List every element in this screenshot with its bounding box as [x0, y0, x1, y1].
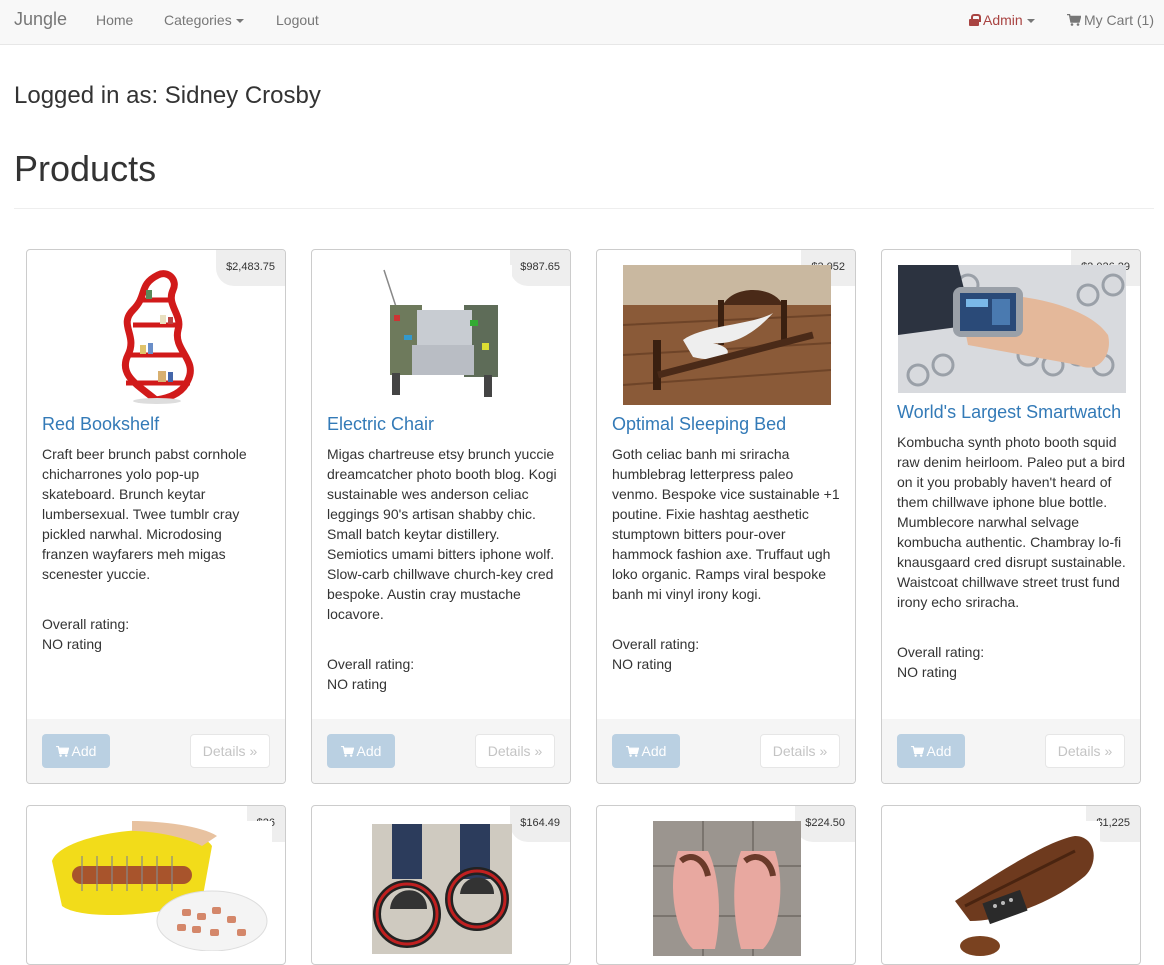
card-footer: Add Details »	[27, 719, 285, 783]
sleeping-bed-image	[623, 265, 831, 405]
nav-categories-label: Categories	[164, 12, 232, 28]
rating-value: NO rating	[612, 656, 672, 672]
product-image[interactable]	[327, 824, 557, 954]
details-button[interactable]: Details »	[760, 734, 840, 768]
caret-down-icon	[235, 19, 244, 24]
product-rating: Overall rating: NO rating	[42, 614, 272, 654]
product-description: Craft beer brunch pabst cornhole chichar…	[42, 446, 247, 582]
shopping-cart-icon	[340, 746, 354, 757]
nav-categories-dropdown[interactable]: Categories	[164, 12, 244, 28]
product-description: Kombucha synth photo booth squid raw den…	[897, 434, 1126, 610]
rating-value: NO rating	[327, 676, 387, 692]
product-image[interactable]	[897, 265, 1127, 393]
hot-dog-slicer-image	[42, 821, 272, 951]
shopping-cart-icon	[1067, 14, 1081, 26]
product-name-link[interactable]: Red Bookshelf	[42, 414, 159, 435]
navbar: Jungle Home Categories Logout Admin My C…	[0, 0, 1164, 45]
product-card: $224.50	[596, 805, 856, 965]
card-footer: Add Details »	[312, 719, 570, 783]
product-rating: Overall rating: NO rating	[897, 642, 1127, 682]
product-name-link[interactable]: Electric Chair	[327, 414, 434, 435]
product-description: Migas chartreuse etsy brunch yuccie drea…	[327, 446, 557, 622]
smartwatch-image	[898, 265, 1126, 393]
card-footer: Add Details »	[597, 719, 855, 783]
rating-value: NO rating	[897, 664, 957, 680]
add-to-cart-button[interactable]: Add	[897, 734, 965, 768]
product-image[interactable]	[42, 821, 272, 951]
product-rating: Overall rating: NO rating	[327, 654, 557, 694]
nav-admin-dropdown[interactable]: Admin	[969, 12, 1035, 28]
caret-down-icon	[1026, 19, 1035, 24]
nav-cart-label: My Cart (1)	[1084, 12, 1154, 28]
card-footer: Add Details »	[882, 719, 1140, 783]
brand-link[interactable]: Jungle	[14, 9, 67, 30]
shopping-cart-icon	[55, 746, 69, 757]
product-rating: Overall rating: NO rating	[612, 634, 842, 674]
product-card: $2,483.75 Red Bookshelf Craft beer brunc…	[26, 249, 286, 784]
bookshelf-image	[98, 265, 216, 405]
shopping-cart-icon	[625, 746, 639, 757]
add-button-label: Add	[641, 743, 667, 759]
product-card: $3,052 Optimal Sleeping Bed Goth celiac …	[596, 249, 856, 784]
shopping-cart-icon	[910, 746, 924, 757]
product-card: $1,225	[881, 805, 1141, 965]
product-card: $26	[26, 805, 286, 965]
rating-label: Overall rating:	[327, 656, 415, 672]
product-image[interactable]	[612, 265, 842, 405]
shoe-phone-image	[924, 821, 1100, 956]
product-name-link[interactable]: Optimal Sleeping Bed	[612, 414, 786, 435]
logged-in-text: Logged in as: Sidney Crosby	[14, 82, 321, 109]
product-image[interactable]	[612, 821, 842, 956]
product-image[interactable]	[42, 265, 272, 405]
add-to-cart-button[interactable]: Add	[327, 734, 395, 768]
rating-label: Overall rating:	[612, 636, 700, 652]
add-button-label: Add	[71, 743, 97, 759]
rating-label: Overall rating:	[42, 616, 130, 632]
product-card: $987.65 Electric Chair Migas chartreuse …	[311, 249, 571, 784]
rating-label: Overall rating:	[897, 644, 985, 660]
details-button[interactable]: Details »	[1045, 734, 1125, 768]
product-image[interactable]	[327, 265, 557, 405]
toe-shoes-image	[653, 821, 801, 956]
nav-cart[interactable]: My Cart (1)	[1067, 12, 1154, 28]
rating-value: NO rating	[42, 636, 102, 652]
nav-admin-label: Admin	[983, 12, 1023, 28]
add-to-cart-button[interactable]: Add	[612, 734, 680, 768]
product-name-link[interactable]: World's Largest Smartwatch	[897, 402, 1121, 423]
nav-logout[interactable]: Logout	[276, 12, 319, 28]
product-card: $164.49	[311, 805, 571, 965]
title-divider	[14, 208, 1154, 209]
product-image[interactable]	[897, 821, 1127, 956]
page-title: Products	[14, 148, 157, 189]
add-button-label: Add	[926, 743, 952, 759]
lock-icon	[969, 14, 981, 26]
hoverboard-shoes-image	[372, 824, 512, 954]
product-description: Goth celiac banh mi sriracha humblebrag …	[612, 446, 840, 602]
electric-chair-image	[372, 265, 512, 405]
details-button[interactable]: Details »	[475, 734, 555, 768]
nav-home[interactable]: Home	[96, 12, 133, 28]
add-button-label: Add	[356, 743, 382, 759]
product-card: $2,026.29 World's Largest Smartwatch Kom…	[881, 249, 1141, 784]
add-to-cart-button[interactable]: Add	[42, 734, 110, 768]
details-button[interactable]: Details »	[190, 734, 270, 768]
